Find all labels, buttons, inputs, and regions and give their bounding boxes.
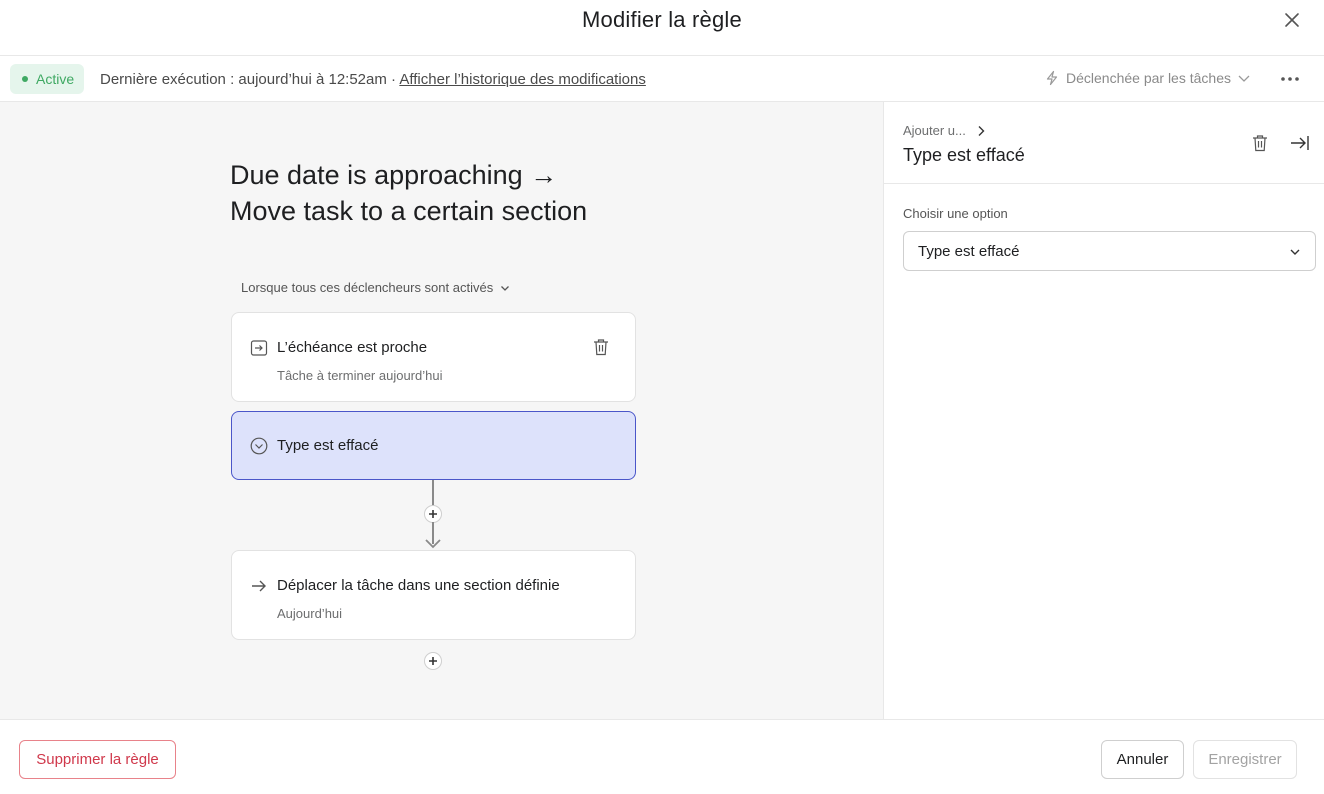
chevron-circle-icon (250, 437, 268, 455)
action-card-subtitle: Aujourd’hui (277, 606, 343, 621)
modal-header: Modifier la règle (0, 0, 1324, 56)
more-horizontal-icon (1281, 77, 1299, 81)
save-button[interactable]: Enregistrer (1193, 740, 1297, 779)
side-panel: Ajouter u... Type est effacé Choisir une… (883, 102, 1324, 719)
arrow-right-icon (250, 577, 268, 595)
rule-name[interactable]: Due date is approaching → Move task to a… (230, 157, 650, 229)
chevron-down-icon (1238, 75, 1250, 82)
modal-title: Modifier la règle (582, 7, 742, 32)
close-button[interactable] (1280, 8, 1304, 32)
condition-card[interactable]: Type est effacé (231, 411, 636, 480)
plus-icon (429, 657, 437, 665)
trigger-mode-dropdown[interactable]: Lorsque tous ces déclencheurs sont activ… (241, 280, 511, 295)
plus-icon (429, 510, 437, 518)
option-label: Choisir une option (903, 206, 1008, 221)
cancel-button[interactable]: Annuler (1101, 740, 1184, 779)
calendar-arrow-icon (250, 339, 268, 357)
chevron-down-icon (1290, 249, 1300, 255)
add-action-button[interactable] (424, 652, 442, 670)
trigger-source-dropdown[interactable]: Déclenchée par les tâches (1044, 70, 1251, 86)
status-badge-label: Active (36, 71, 75, 87)
condition-card-title: Type est effacé (277, 437, 379, 454)
status-bar: Active Dernière exécution : aujourd’hui … (0, 56, 1324, 102)
chevron-right-icon (978, 125, 985, 136)
trigger-mode-label: Lorsque tous ces déclencheurs sont activ… (241, 280, 494, 295)
status-badge: Active (10, 64, 85, 94)
action-card[interactable]: Déplacer la tâche dans une section défin… (231, 550, 636, 640)
last-run-info: Dernière exécution : aujourd’hui à 12:52… (100, 71, 646, 88)
more-options-button[interactable] (1276, 66, 1304, 92)
delete-condition-button[interactable] (1250, 133, 1270, 153)
trigger-card-title: L’échéance est proche (277, 339, 428, 356)
option-select[interactable]: Type est effacé (903, 231, 1316, 271)
lightning-icon (1046, 70, 1058, 86)
history-link[interactable]: Afficher l’historique des modifications (399, 71, 646, 88)
trigger-card[interactable]: L’échéance est proche Tâche à terminer a… (231, 312, 636, 402)
arrow-down-icon (425, 539, 441, 549)
chevron-down-icon (501, 285, 510, 291)
rule-canvas: Due date is approaching → Move task to a… (0, 102, 883, 719)
breadcrumb-label: Ajouter u... (903, 123, 966, 138)
delete-trigger-button[interactable] (591, 337, 611, 357)
trigger-card-subtitle: Tâche à terminer aujourd’hui (277, 368, 443, 383)
trash-icon (594, 339, 608, 356)
rule-name-line1: Due date is approaching → (230, 160, 558, 190)
collapse-panel-button[interactable] (1289, 133, 1311, 153)
last-run-text: Dernière exécution : aujourd’hui à 12:52… (100, 71, 400, 88)
trash-icon (1253, 135, 1267, 152)
status-dot-icon (22, 76, 28, 82)
add-step-button[interactable] (424, 505, 442, 523)
modal-footer: Supprimer la règle Annuler Enregistrer (0, 719, 1324, 794)
collapse-right-icon (1291, 136, 1309, 150)
side-panel-header: Ajouter u... Type est effacé (884, 102, 1324, 184)
side-panel-title: Type est effacé (903, 145, 1025, 165)
trigger-source-label: Déclenchée par les tâches (1066, 70, 1231, 86)
rule-name-line2: Move task to a certain section (230, 196, 588, 226)
close-icon (1285, 13, 1299, 27)
flow-connector (432, 480, 434, 507)
action-card-title: Déplacer la tâche dans une section défin… (277, 577, 560, 594)
delete-rule-button[interactable]: Supprimer la règle (19, 740, 176, 779)
option-select-value: Type est effacé (918, 243, 1020, 260)
breadcrumb[interactable]: Ajouter u... (903, 123, 986, 138)
